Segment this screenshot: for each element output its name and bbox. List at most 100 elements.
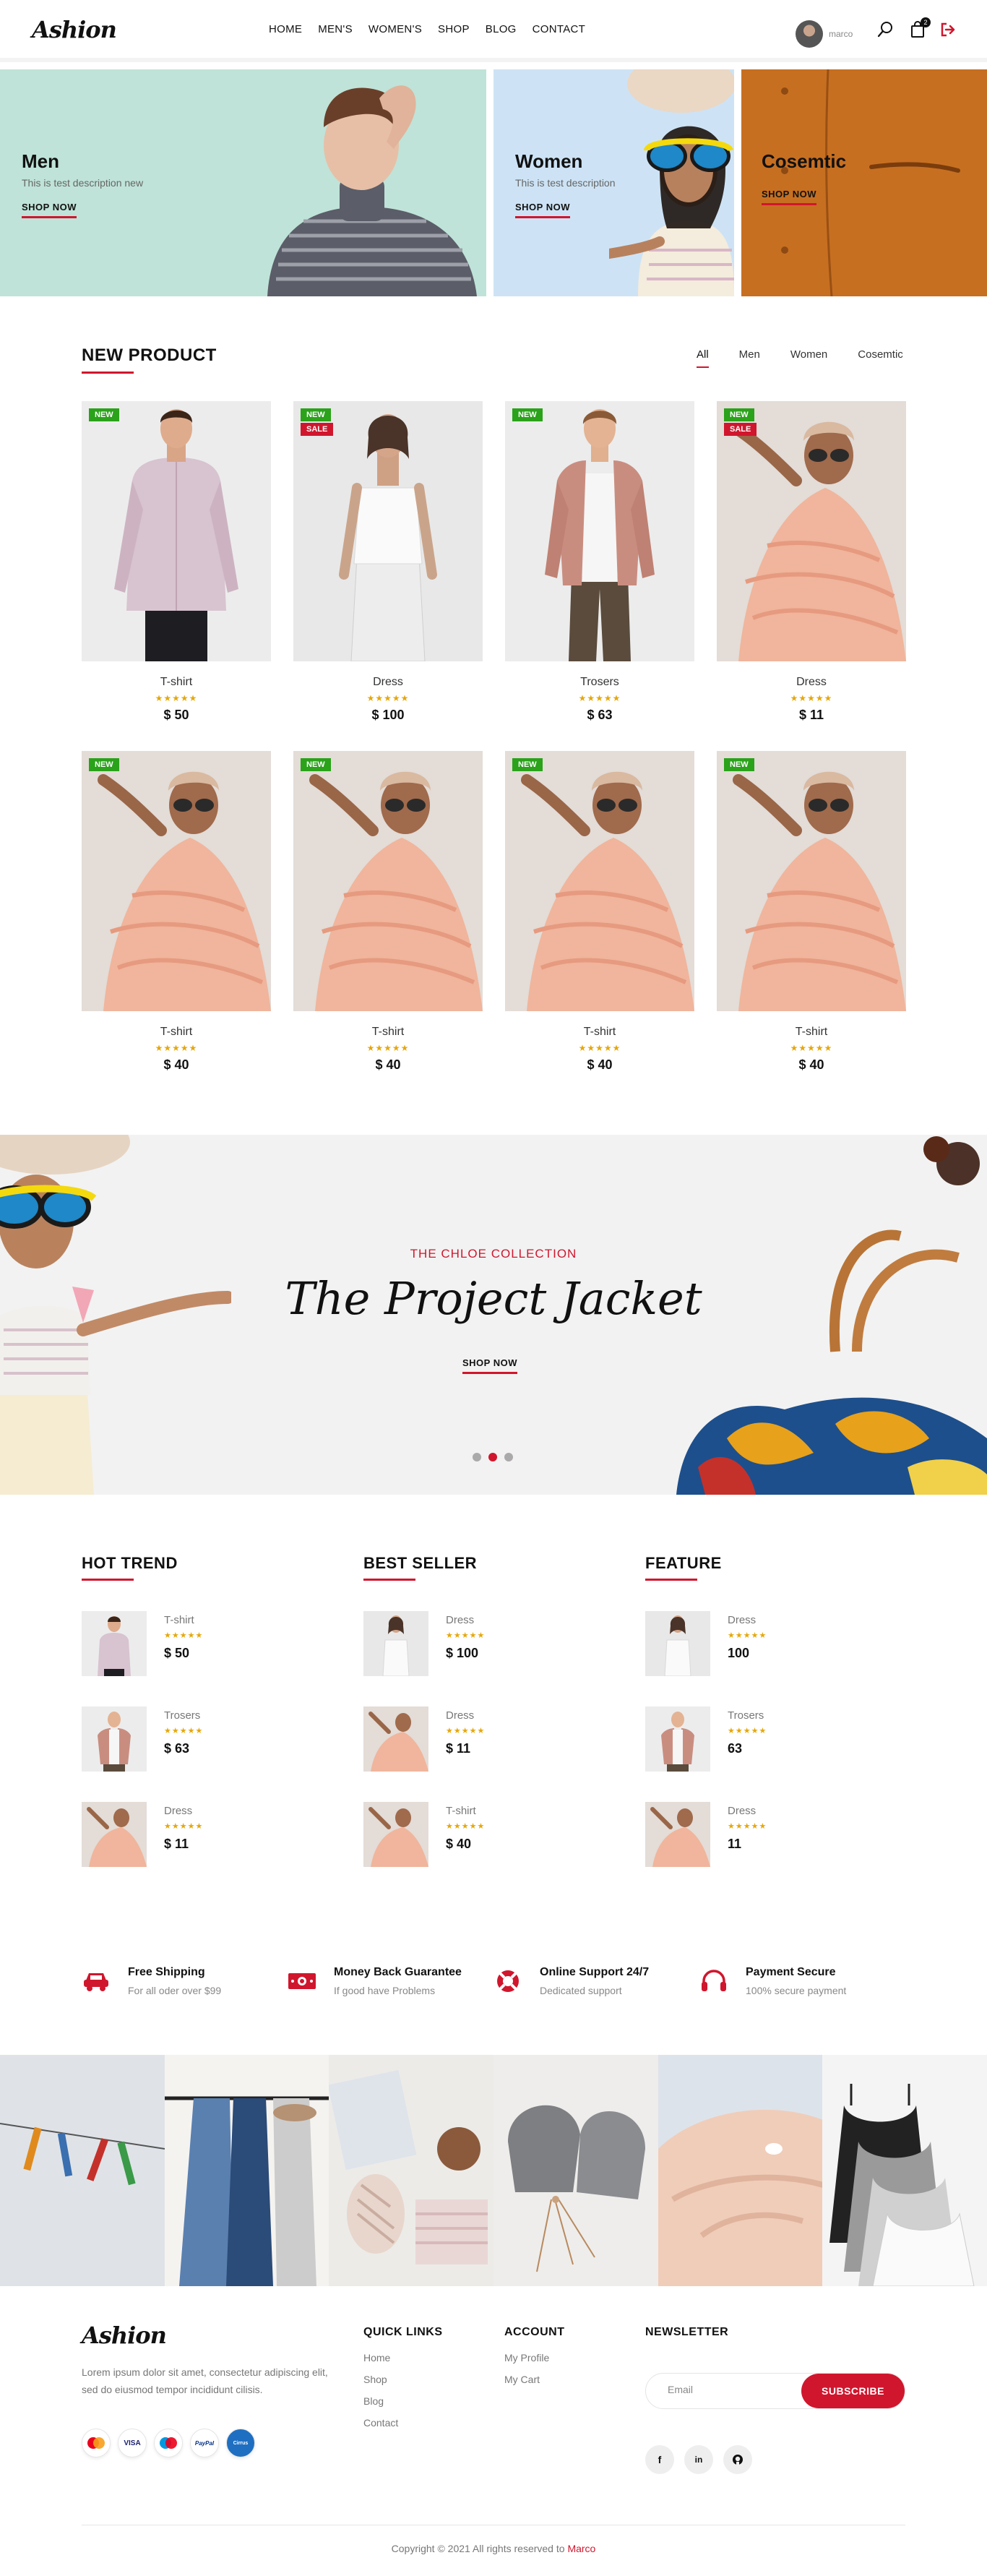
carousel-dot-2[interactable] xyxy=(488,1453,497,1461)
instagram-image[interactable] xyxy=(494,2055,658,2286)
footer-link-home[interactable]: Home xyxy=(363,2352,443,2364)
nav-contact[interactable]: CONTACT xyxy=(533,23,585,35)
product-name[interactable]: T-shirt xyxy=(717,1026,906,1039)
tab-cosmetic[interactable]: Cosemtic xyxy=(858,348,903,368)
user-menu[interactable]: marco xyxy=(796,20,853,48)
logo[interactable]: Ashion xyxy=(32,16,117,43)
rating-stars: ★★★★★ xyxy=(790,1043,833,1053)
list-item-price: $ 50 xyxy=(164,1646,190,1660)
footer-link-my-cart[interactable]: My Cart xyxy=(504,2374,565,2385)
mastercard-icon xyxy=(82,2429,111,2457)
hero-cosmetic[interactable]: Cosemtic SHOP NOW xyxy=(741,69,987,296)
new-badge: NEW xyxy=(301,758,331,771)
account-links: ACCOUNT My Profile My Cart xyxy=(504,2326,565,2385)
rating-stars: ★★★★★ xyxy=(728,1822,767,1831)
list-item-name: Trosers xyxy=(728,1709,764,1722)
list-item[interactable]: Dress ★★★★★ 11 xyxy=(645,1802,884,1867)
instagram-image[interactable] xyxy=(822,2055,987,2286)
nav-home[interactable]: HOME xyxy=(269,23,302,35)
hot-trend-list: HOT TREND T-shirt ★★★★★ $ 50 Trosers ★★★… xyxy=(82,1554,320,1867)
tab-women[interactable]: Women xyxy=(790,348,827,368)
footer-link-my-profile[interactable]: My Profile xyxy=(504,2352,565,2364)
product-name[interactable]: Dress xyxy=(717,676,906,689)
product-image[interactable]: NEW xyxy=(293,751,483,1011)
hero-men-shop-button[interactable]: SHOP NOW xyxy=(22,202,77,218)
list-item[interactable]: Trosers ★★★★★ $ 63 xyxy=(82,1706,320,1772)
rating-stars: ★★★★★ xyxy=(446,1822,486,1831)
product-image[interactable]: NEW SALE xyxy=(717,401,906,661)
nav-blog[interactable]: BLOG xyxy=(486,23,517,35)
list-item[interactable]: Dress ★★★★★ $ 11 xyxy=(363,1706,602,1772)
product-image[interactable]: NEW xyxy=(82,751,271,1011)
facebook-icon[interactable]: f xyxy=(645,2445,674,2474)
feature-list: FEATURE Dress ★★★★★ 100 Trosers ★★★★★ 63… xyxy=(645,1554,884,1867)
logout-icon[interactable] xyxy=(939,20,957,39)
tab-men[interactable]: Men xyxy=(739,348,760,368)
nav-womens[interactable]: WOMEN'S xyxy=(368,23,422,35)
nav-shop[interactable]: SHOP xyxy=(438,23,470,35)
list-item-image xyxy=(363,1706,428,1772)
product-price: $ 63 xyxy=(587,708,613,722)
search-icon[interactable] xyxy=(877,20,895,39)
list-item[interactable]: Trosers ★★★★★ 63 xyxy=(645,1706,884,1772)
carousel-dot-1[interactable] xyxy=(473,1453,481,1461)
nav-mens[interactable]: MEN'S xyxy=(318,23,353,35)
footer-logo[interactable]: Ashion xyxy=(82,2322,167,2349)
list-item-name: Dress xyxy=(164,1805,193,1817)
copyright-author-link[interactable]: Marco xyxy=(567,2543,595,2554)
list-item-image xyxy=(363,1611,428,1676)
avatar[interactable] xyxy=(796,20,823,48)
cirrus-icon: Cirrus xyxy=(226,2429,255,2457)
hero-women-shop-button[interactable]: SHOP NOW xyxy=(515,202,570,218)
instagram-image[interactable] xyxy=(0,2055,165,2286)
service-money-back: Money Back Guarantee If good have Proble… xyxy=(288,1966,494,1996)
hero-cosmetic-shop-button[interactable]: SHOP NOW xyxy=(762,189,816,205)
footer-about-text: Lorem ipsum dolor sit amet, consectetur … xyxy=(82,2366,328,2395)
list-item[interactable]: Dress ★★★★★ 100 xyxy=(645,1611,884,1676)
new-badge: NEW xyxy=(89,408,119,421)
product-image[interactable]: NEW xyxy=(717,751,906,1011)
newsletter: NEWSLETTER xyxy=(645,2326,728,2339)
service-subtitle: For all oder over $99 xyxy=(128,1985,222,1996)
cart-icon[interactable]: 2 xyxy=(909,17,931,39)
site-header: Ashion HOME MEN'S WOMEN'S SHOP BLOG CONT… xyxy=(0,0,987,62)
list-item[interactable]: Dress ★★★★★ $ 100 xyxy=(363,1611,602,1676)
hero-men[interactable]: Men This is test description new SHOP NO… xyxy=(0,69,486,296)
hero-women[interactable]: Women This is test description SHOP NOW xyxy=(494,69,734,296)
hero-cosmetic-title: Cosemtic xyxy=(762,150,847,172)
service-subtitle: 100% secure payment xyxy=(746,1985,847,1996)
instagram-image[interactable] xyxy=(658,2055,823,2286)
product-price: $ 40 xyxy=(163,1057,189,1072)
promo-banner: THE CHLOE COLLECTION The Project Jacket … xyxy=(0,1135,987,1495)
linkedin-icon[interactable]: in xyxy=(684,2445,713,2474)
user-name: marco xyxy=(829,29,853,39)
list-item[interactable]: T-shirt ★★★★★ $ 50 xyxy=(82,1611,320,1676)
instagram-image[interactable] xyxy=(329,2055,494,2286)
product-name[interactable]: T-shirt xyxy=(82,676,271,689)
carousel-dot-3[interactable] xyxy=(504,1453,513,1461)
product-name[interactable]: T-shirt xyxy=(505,1026,694,1039)
subscribe-button[interactable]: SUBSCRIBE xyxy=(801,2374,905,2408)
product-name[interactable]: Trosers xyxy=(505,676,694,689)
tab-all[interactable]: All xyxy=(697,348,709,368)
product-image[interactable]: NEW xyxy=(505,401,694,661)
product-name[interactable]: T-shirt xyxy=(82,1026,271,1039)
footer-link-shop[interactable]: Shop xyxy=(363,2374,443,2385)
footer-link-blog[interactable]: Blog xyxy=(363,2395,443,2407)
product-name[interactable]: Dress xyxy=(293,676,483,689)
github-icon[interactable] xyxy=(723,2445,752,2474)
banner-shop-button[interactable]: SHOP NOW xyxy=(462,1357,517,1374)
email-field[interactable] xyxy=(668,2384,798,2395)
product-name[interactable]: T-shirt xyxy=(293,1026,483,1039)
instagram-image[interactable] xyxy=(164,2055,329,2286)
product-image[interactable]: NEW xyxy=(505,751,694,1011)
list-item-image xyxy=(645,1706,710,1772)
list-item[interactable]: T-shirt ★★★★★ $ 40 xyxy=(363,1802,602,1867)
product-image[interactable]: NEW SALE xyxy=(293,401,483,661)
list-item[interactable]: Dress ★★★★★ $ 11 xyxy=(82,1802,320,1867)
car-icon xyxy=(82,1969,111,1993)
product-image[interactable]: NEW xyxy=(82,401,271,661)
footer-link-contact[interactable]: Contact xyxy=(363,2417,443,2429)
carousel-dots xyxy=(473,1453,513,1461)
new-badge: NEW xyxy=(89,758,119,771)
